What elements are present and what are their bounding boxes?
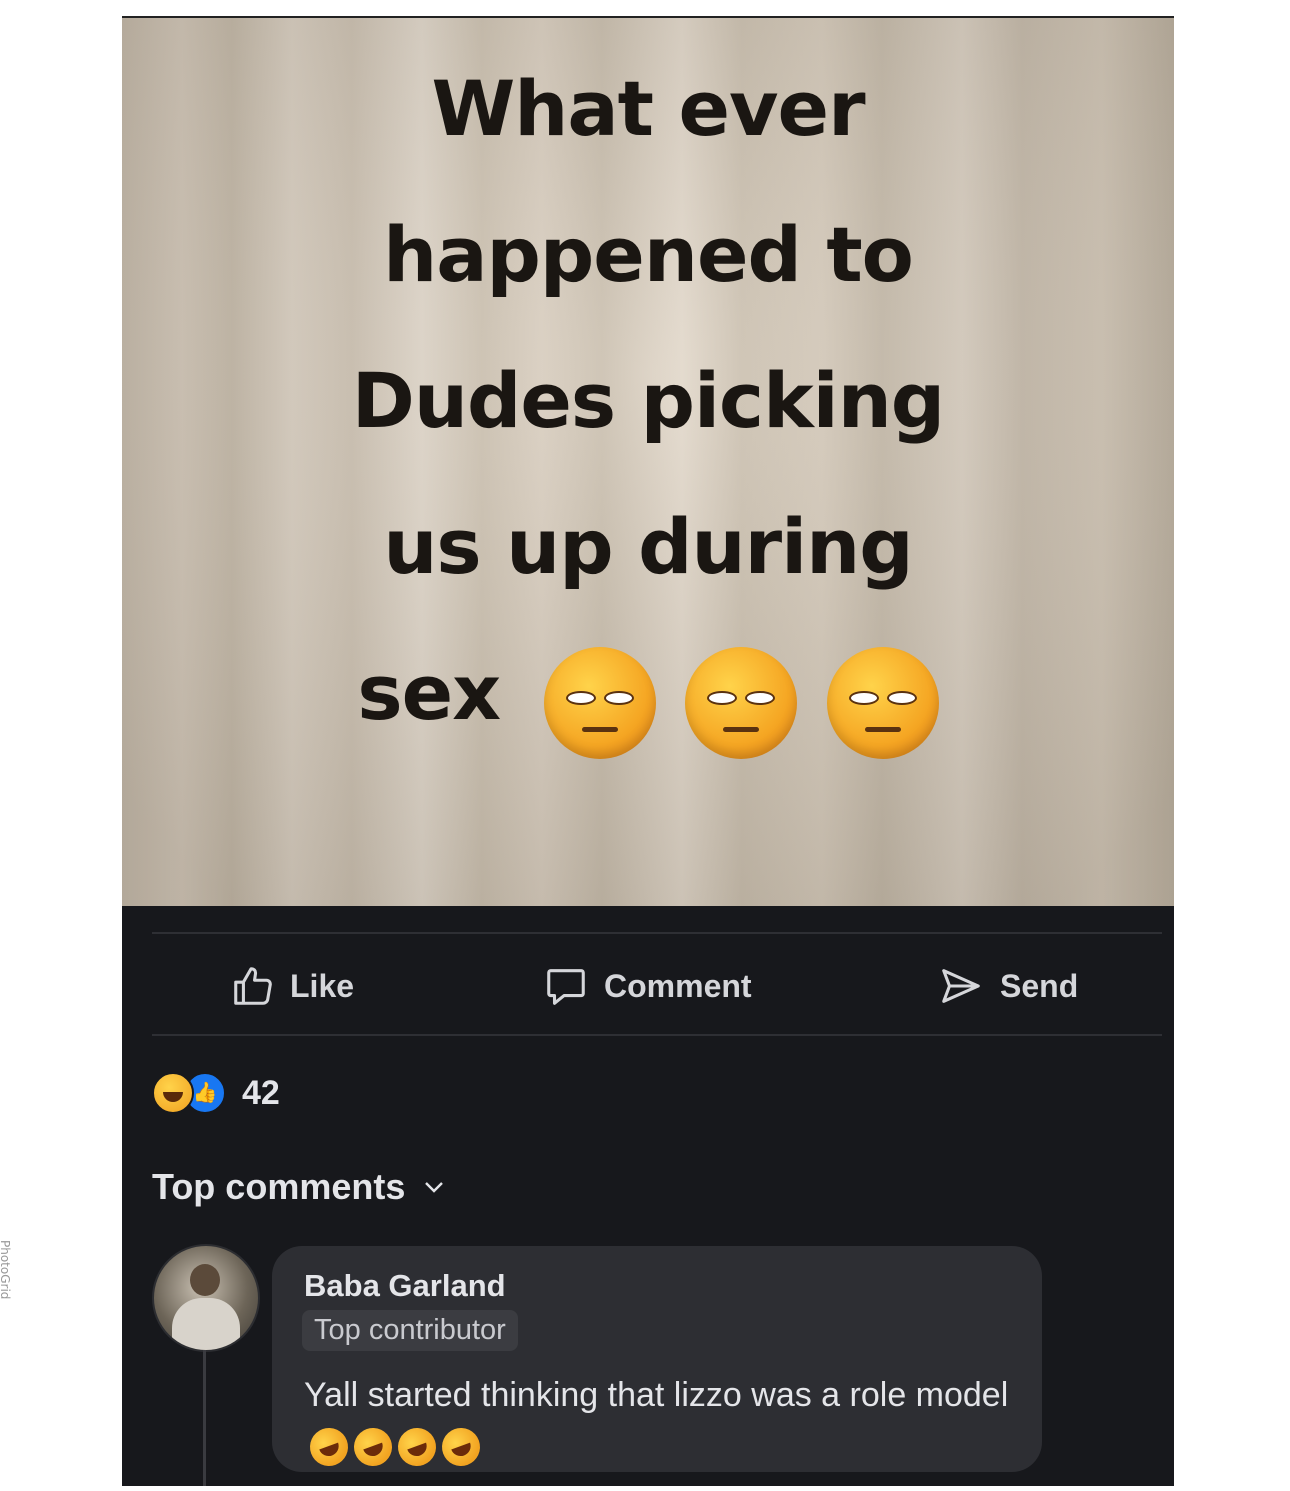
meme-line: happened to: [383, 210, 914, 299]
comment-button[interactable]: Comment: [542, 964, 752, 1008]
chevron-down-icon: [425, 1182, 444, 1193]
meme-line: Dudes picking: [351, 356, 945, 445]
comment-text: Yall started thinking that lizzo was a r…: [304, 1370, 1024, 1472]
divider: [152, 932, 1162, 934]
relieved-face-icon: [685, 647, 798, 759]
meme-line: What ever: [431, 64, 865, 153]
thinking-face-icon: [543, 647, 656, 759]
rolling-laughing-icon: [348, 1422, 398, 1472]
meme-emoji-group: [540, 625, 939, 771]
relieved-face-icon: [826, 647, 939, 759]
avatar[interactable]: [152, 1244, 260, 1352]
comment-body: Yall started thinking that lizzo was a r…: [304, 1376, 1009, 1414]
thumbs-up-icon: [234, 967, 272, 1005]
reaction-summary[interactable]: 👍 42: [152, 1072, 280, 1114]
post-card: What ever happened to Dudes picking us u…: [122, 16, 1174, 1486]
comment-bubble-icon: [547, 969, 585, 1005]
comment-sort-label: Top comments: [152, 1166, 406, 1207]
meme-image: What ever happened to Dudes picking us u…: [122, 18, 1174, 906]
reaction-count: 42: [242, 1073, 280, 1112]
send-arrow-icon: [942, 969, 980, 1003]
comment-author[interactable]: Baba Garland: [304, 1268, 506, 1304]
divider: [152, 1034, 1162, 1036]
comment-sort-dropdown[interactable]: Top comments: [152, 1166, 445, 1208]
haha-reaction-icon: [152, 1072, 194, 1114]
rolling-laughing-icon: [304, 1422, 354, 1472]
rolling-laughing-icon: [392, 1422, 442, 1472]
meme-line: sex: [357, 648, 501, 737]
comment-bubble: Baba Garland Top contributor Yall starte…: [272, 1246, 1042, 1472]
rolling-laughing-icon: [436, 1422, 486, 1472]
send-label: Send: [1000, 967, 1079, 1004]
like-label: Like: [290, 967, 355, 1004]
send-button[interactable]: Send: [936, 964, 1078, 1008]
meme-last-line: sex: [122, 620, 1174, 771]
like-button[interactable]: Like: [230, 964, 354, 1008]
watermark: PhotoGrid: [0, 1240, 12, 1300]
meme-caption: What ever happened to Dudes picking us u…: [122, 36, 1174, 771]
top-contributor-badge: Top contributor: [302, 1310, 518, 1351]
comment-label: Comment: [604, 967, 752, 1004]
meme-line: us up during: [383, 502, 913, 591]
comment-thread-line: [203, 1350, 206, 1486]
